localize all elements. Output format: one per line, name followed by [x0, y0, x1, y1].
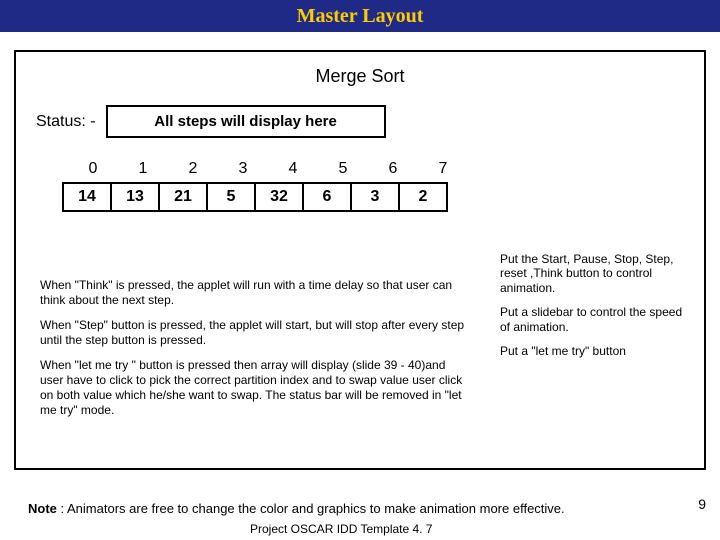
- index-cell: 1: [118, 160, 168, 178]
- footer-project: Project OSCAR IDD Template 4. 7: [250, 522, 433, 536]
- status-row: Status: - All steps will display here: [36, 105, 690, 138]
- algorithm-title: Merge Sort: [30, 66, 690, 87]
- value-row: 14 13 21 5 32 6 3 2: [62, 182, 690, 212]
- note-label: Note: [28, 501, 57, 516]
- array-cell: 13: [110, 182, 160, 212]
- array-cell: 21: [158, 182, 208, 212]
- index-cell: 6: [368, 160, 418, 178]
- status-display: All steps will display here: [106, 105, 386, 138]
- array-cell: 6: [302, 182, 352, 212]
- page-title: Master Layout: [297, 5, 424, 28]
- index-cell: 3: [218, 160, 268, 178]
- array-cell: 2: [398, 182, 448, 212]
- index-cell: 5: [318, 160, 368, 178]
- side-note: Put a "let me try" button: [500, 344, 690, 358]
- side-note: Put the Start, Pause, Stop, Step, reset …: [500, 252, 690, 295]
- status-label: Status: -: [36, 113, 96, 131]
- note-text: : Animators are free to change the color…: [57, 501, 565, 516]
- side-notes: Put the Start, Pause, Stop, Step, reset …: [500, 252, 690, 368]
- index-row: 0 1 2 3 4 5 6 7: [68, 160, 690, 178]
- description-block: When "Think" is pressed, the applet will…: [40, 278, 470, 418]
- description-paragraph: When "let me try " button is pressed the…: [40, 358, 470, 418]
- index-cell: 0: [68, 160, 118, 178]
- array-cell: 5: [206, 182, 256, 212]
- page-number: 9: [698, 496, 706, 512]
- array-cell: 32: [254, 182, 304, 212]
- index-cell: 2: [168, 160, 218, 178]
- side-note: Put a slidebar to control the speed of a…: [500, 305, 690, 334]
- footer-note: Note : Animators are free to change the …: [28, 501, 618, 518]
- description-paragraph: When "Step" button is pressed, the apple…: [40, 318, 470, 348]
- index-cell: 7: [418, 160, 468, 178]
- main-frame: Merge Sort Status: - All steps will disp…: [14, 50, 706, 470]
- array-display: 0 1 2 3 4 5 6 7 14 13 21 5 32 6 3 2: [62, 160, 690, 212]
- array-cell: 3: [350, 182, 400, 212]
- title-bar: Master Layout: [0, 0, 720, 32]
- description-paragraph: When "Think" is pressed, the applet will…: [40, 278, 470, 308]
- index-cell: 4: [268, 160, 318, 178]
- array-cell: 14: [62, 182, 112, 212]
